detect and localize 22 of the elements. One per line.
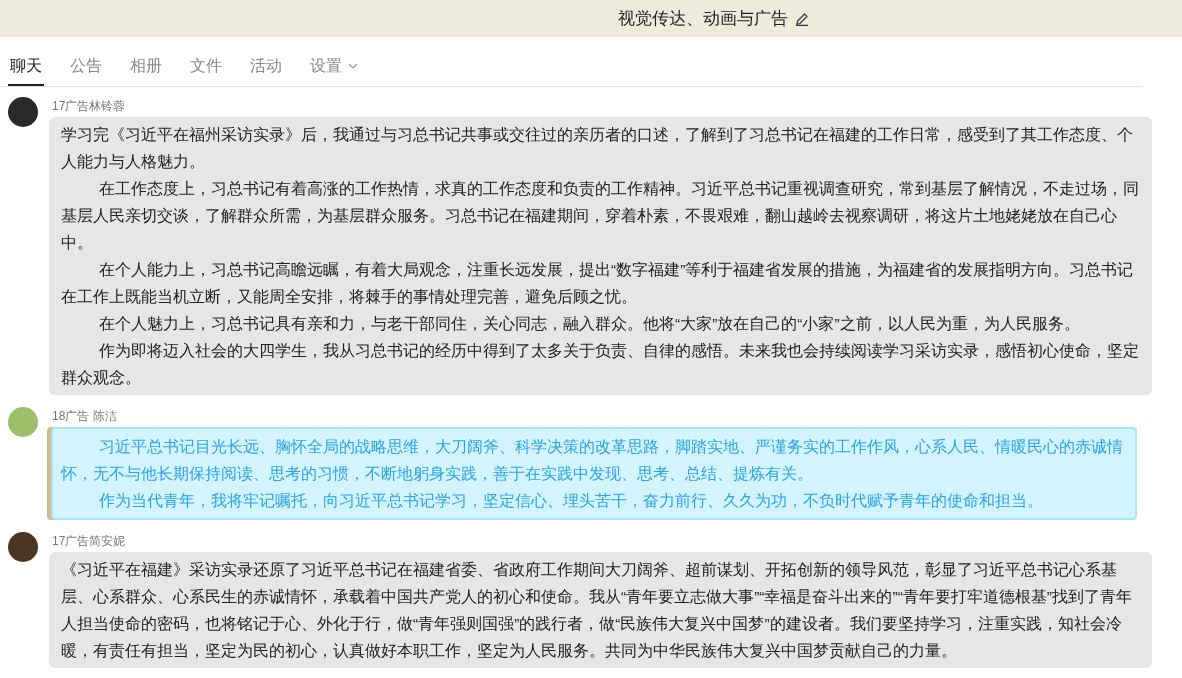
message-paragraph: 学习完《习近平在福州采访实录》后，我通过与习总书记共事或交往过的亲历者的口述，了解到了习总书记在福建的工作日常，感受到了其工作态度、个人能力与人格魅力。 [61,125,1134,172]
avatar[interactable] [8,532,38,562]
sender-name: 18广告 陈洁 [52,408,117,425]
tab[interactable]: 公告 [68,48,104,86]
chevron-down-icon [348,63,358,69]
group-title: 视觉传达、动画与广告 [617,7,788,30]
message-paragraph: 在工作态度上，习总书记有着高涨的工作热情，求真的工作态度和负责的工作精神。习近平总书记重视调查研究，常到基层了解情况，不走过场，同基层人民亲切交谈，了解群众所需，为基层群众服务。习总书记在福建期间，穿着朴素，不畏艰难，翻山越岭去视察调研，将这片土地姥姥放在自己心中。 [61,179,1140,253]
message-paragraph: 《习近平在福建》采访实录还原了习近平总书记在福建省委、省政府工作期间大刀阔斧、超前谋划、开拓创新的领导风范，彰显了习近平总书记心系基层、心系群众、心系民生的赤诚情怀，承载着中国共产党人的初心和使命。我从“青年要立志做大事”“幸福是奋斗出来的”“青年要打牢道德根基”找到了青年人担当使命的密码，也将铭记于心、外化于行，做“青年强则国强”的践行者，做“民族伟大复兴中国梦”的建设者。我们要坚持学习，注重实践，知社会冷暖，有责任有担当，坚定为民的初心，认真做好本职工作，坚定为人民服务。共同为中华民族伟大复兴中国梦贡献自己的力量。 [61,560,1133,661]
tab[interactable]: 文件 [188,48,224,86]
tab[interactable]: 活动 [248,48,284,86]
message-paragraph: 习近平总书记目光长远、胸怀全局的战略思维，大刀阔斧、科学决策的改革思路，脚踏实地、严谨务实的工作作风，心系人民、情暖民心的赤诚情怀，无不与他长期保持阅读、思考的习惯，不断地躬身实践，善于在实践中发现、思考、总结、提炼有关。 [61,437,1124,484]
sender-name: 17广告林铃蓉 [52,98,126,115]
tab[interactable]: 设置 [308,48,360,86]
sender-name: 17广告简安妮 [52,533,126,550]
tab[interactable]: 相册 [128,48,164,86]
message-paragraph: 作为当代青年，我将牢记嘱托，向习近平总书记学习，坚定信心、埋头苦干，奋力前行、久久为功，不负时代赋予青年的使命和担当。 [98,491,1044,511]
message-paragraph: 在个人魅力上，习总书记具有亲和力，与老干部同住，关心同志，融入群众。他将“大家”放在自己的“小家”之前，以人民为重，为人民服务。 [98,314,1081,334]
edit-icon[interactable] [794,11,809,26]
message-paragraph: 作为即将迈入社会的大四学生，我从习总书记的经历中得到了太多关于负责、自律的感悟。未来我也会持续阅读学习采访实录，感悟初心使命，坚定群众观念。 [61,341,1140,388]
message-paragraph: 在个人能力上，习总书记高瞻远瞩，有着大局观念，注重长远发展，提出“数字福建”等利于福建省发展的措施，为福建省的发展指明方向。习总书记在工作上既能当机立断，又能周全安排，将棘手的事情处理完善，避免后顾之忧。 [61,260,1135,307]
avatar[interactable] [8,97,38,127]
tab[interactable]: 聊天 [8,48,44,86]
